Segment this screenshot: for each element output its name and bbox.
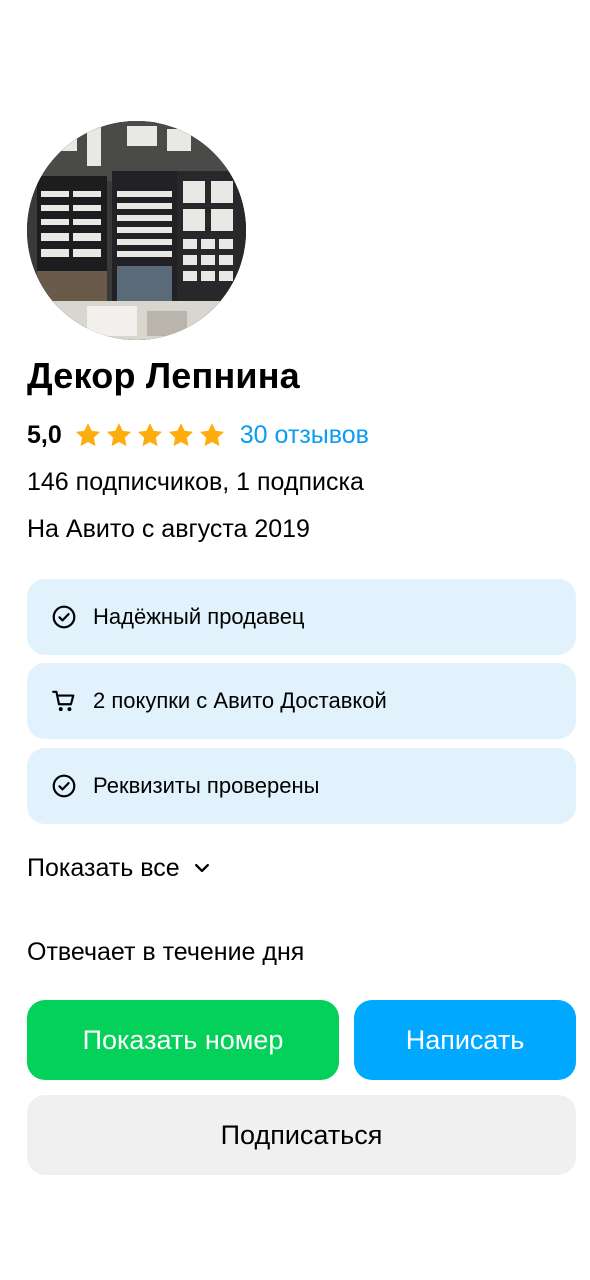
chevron-down-icon — [194, 863, 209, 873]
badge-delivery-purchases[interactable]: 2 покупки с Авито Доставкой — [27, 663, 576, 739]
cart-icon — [52, 690, 75, 712]
star-icon — [199, 423, 224, 447]
badge-reliable-seller[interactable]: Надёжный продавец — [27, 579, 576, 655]
subscribers-info[interactable]: 146 подписчиков, 1 подписка — [27, 464, 364, 500]
subscribe-button[interactable]: Подписаться — [27, 1095, 576, 1175]
store-photo-avatar — [27, 121, 246, 340]
rating-stars — [74, 421, 226, 449]
write-message-button[interactable]: Написать — [354, 1000, 576, 1080]
badge-label: Надёжный продавец — [93, 604, 305, 629]
star-icon — [168, 423, 193, 447]
show-all-button[interactable]: Показать все — [27, 850, 212, 886]
member-since: На Авито с августа 2019 — [27, 515, 310, 543]
star-icon — [137, 423, 162, 447]
badge-label: Реквизиты проверены — [93, 773, 320, 798]
seller-avatar[interactable] — [27, 121, 246, 340]
show-phone-button[interactable]: Показать номер — [27, 1000, 339, 1080]
badge-requisites-verified[interactable]: Реквизиты проверены — [27, 748, 576, 824]
check-circle-icon — [52, 774, 76, 798]
show-all-label: Показать все — [27, 854, 180, 882]
reviews-link[interactable]: 30 отзывов — [240, 417, 369, 453]
rating-value: 5,0 — [27, 421, 62, 449]
response-time: Отвечает в течение дня — [27, 938, 305, 966]
star-icon — [106, 423, 131, 447]
rating-row: 5,0 30 отзывов — [27, 417, 369, 453]
seller-name: Декор Лепнина — [27, 355, 300, 396]
badge-label: 2 покупки с Авито Доставкой — [93, 688, 387, 713]
check-circle-icon — [52, 605, 76, 629]
star-icon — [75, 423, 100, 447]
